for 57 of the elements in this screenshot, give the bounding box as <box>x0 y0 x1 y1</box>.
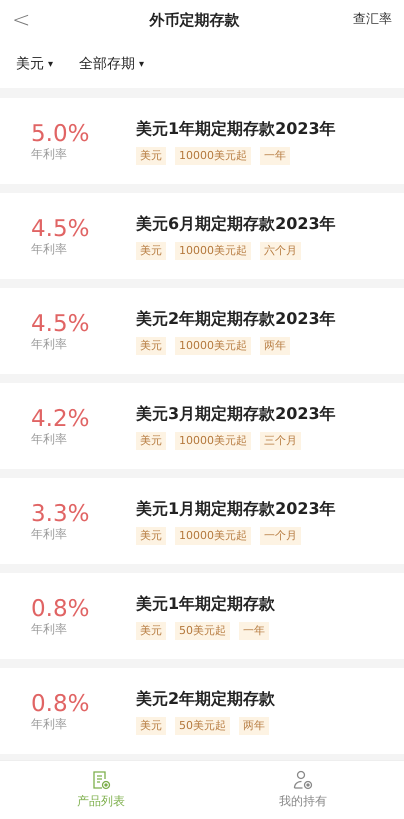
filter-dropdown[interactable]: 美元 ▾ <box>16 54 54 74</box>
product-tag: 50美元起 <box>175 622 230 640</box>
product-card[interactable]: 4.5% 年利率 美元6月期定期存款2023年 美元 10000美元起 六个月 <box>0 193 404 279</box>
product-name: 美元2年期定期存款2023年 <box>136 308 336 330</box>
product-tag: 10000美元起 <box>175 432 251 450</box>
product-name: 美元1年期定期存款 <box>136 593 276 615</box>
product-name: 美元6月期定期存款2023年 <box>136 213 336 235</box>
rate-label: 年利率 <box>31 147 68 161</box>
product-card[interactable]: 0.8% 年利率 美元1年期定期存款 美元 50美元起 一年 <box>0 573 404 659</box>
interest-rate: 5.0% <box>31 121 90 147</box>
product-tag: 10000美元起 <box>175 242 251 260</box>
rate-label: 年利率 <box>31 242 68 256</box>
interest-rate: 4.2% <box>31 406 90 432</box>
product-card[interactable]: 4.2% 年利率 美元3月期定期存款2023年 美元 10000美元起 三个月 <box>0 383 404 469</box>
tab-button[interactable]: 我的持有 <box>202 761 404 819</box>
product-card[interactable]: 3.3% 年利率 美元1月期定期存款2023年 美元 10000美元起 一个月 <box>0 478 404 564</box>
product-tag: 50美元起 <box>175 717 230 735</box>
product-tag: 10000美元起 <box>175 337 251 355</box>
product-tag: 一个月 <box>260 527 301 545</box>
product-tag: 六个月 <box>260 242 301 260</box>
product-name: 美元3月期定期存款2023年 <box>136 403 336 425</box>
interest-rate: 0.8% <box>31 691 90 717</box>
product-card[interactable]: 4.5% 年利率 美元2年期定期存款2023年 美元 10000美元起 两年 <box>0 288 404 374</box>
interest-rate: 4.5% <box>31 311 90 337</box>
interest-rate: 3.3% <box>31 501 90 527</box>
product-tag: 美元 <box>136 622 166 640</box>
rate-label: 年利率 <box>31 622 68 636</box>
product-tag: 美元 <box>136 147 166 165</box>
product-tag: 一年 <box>260 147 290 165</box>
product-tag: 一年 <box>239 622 269 640</box>
back-button[interactable]: < <box>12 4 36 36</box>
product-name: 美元1月期定期存款2023年 <box>136 498 336 520</box>
product-name: 美元2年期定期存款 <box>136 688 276 710</box>
rate-label: 年利率 <box>31 717 68 731</box>
product-tag: 两年 <box>260 337 290 355</box>
product-name: 美元1年期定期存款2023年 <box>136 118 336 140</box>
document-icon <box>91 770 111 790</box>
product-card[interactable]: 0.8% 年利率 美元2年期定期存款 美元 50美元起 两年 <box>0 668 404 754</box>
product-tag: 两年 <box>239 717 269 735</box>
page-title: 外币定期存款 <box>150 10 240 31</box>
rate-label: 年利率 <box>31 337 68 351</box>
product-tag: 美元 <box>136 242 166 260</box>
interest-rate: 4.5% <box>31 216 90 242</box>
product-tag: 美元 <box>136 717 166 735</box>
rate-label: 年利率 <box>31 527 68 541</box>
rate-label: 年利率 <box>31 432 68 446</box>
product-card[interactable]: 5.0% 年利率 美元1年期定期存款2023年 美元 10000美元起 一年 <box>0 98 404 184</box>
exchange-rate-link[interactable]: 查汇率 <box>353 10 392 30</box>
filter-dropdown[interactable]: 全部存期 ▾ <box>79 54 144 74</box>
product-tag: 10000美元起 <box>175 527 251 545</box>
product-tag: 美元 <box>136 337 166 355</box>
product-tag: 10000美元起 <box>175 147 251 165</box>
product-tag: 美元 <box>136 527 166 545</box>
product-tag: 三个月 <box>260 432 301 450</box>
user-icon <box>293 770 313 790</box>
interest-rate: 0.8% <box>31 596 90 622</box>
product-tag: 美元 <box>136 432 166 450</box>
